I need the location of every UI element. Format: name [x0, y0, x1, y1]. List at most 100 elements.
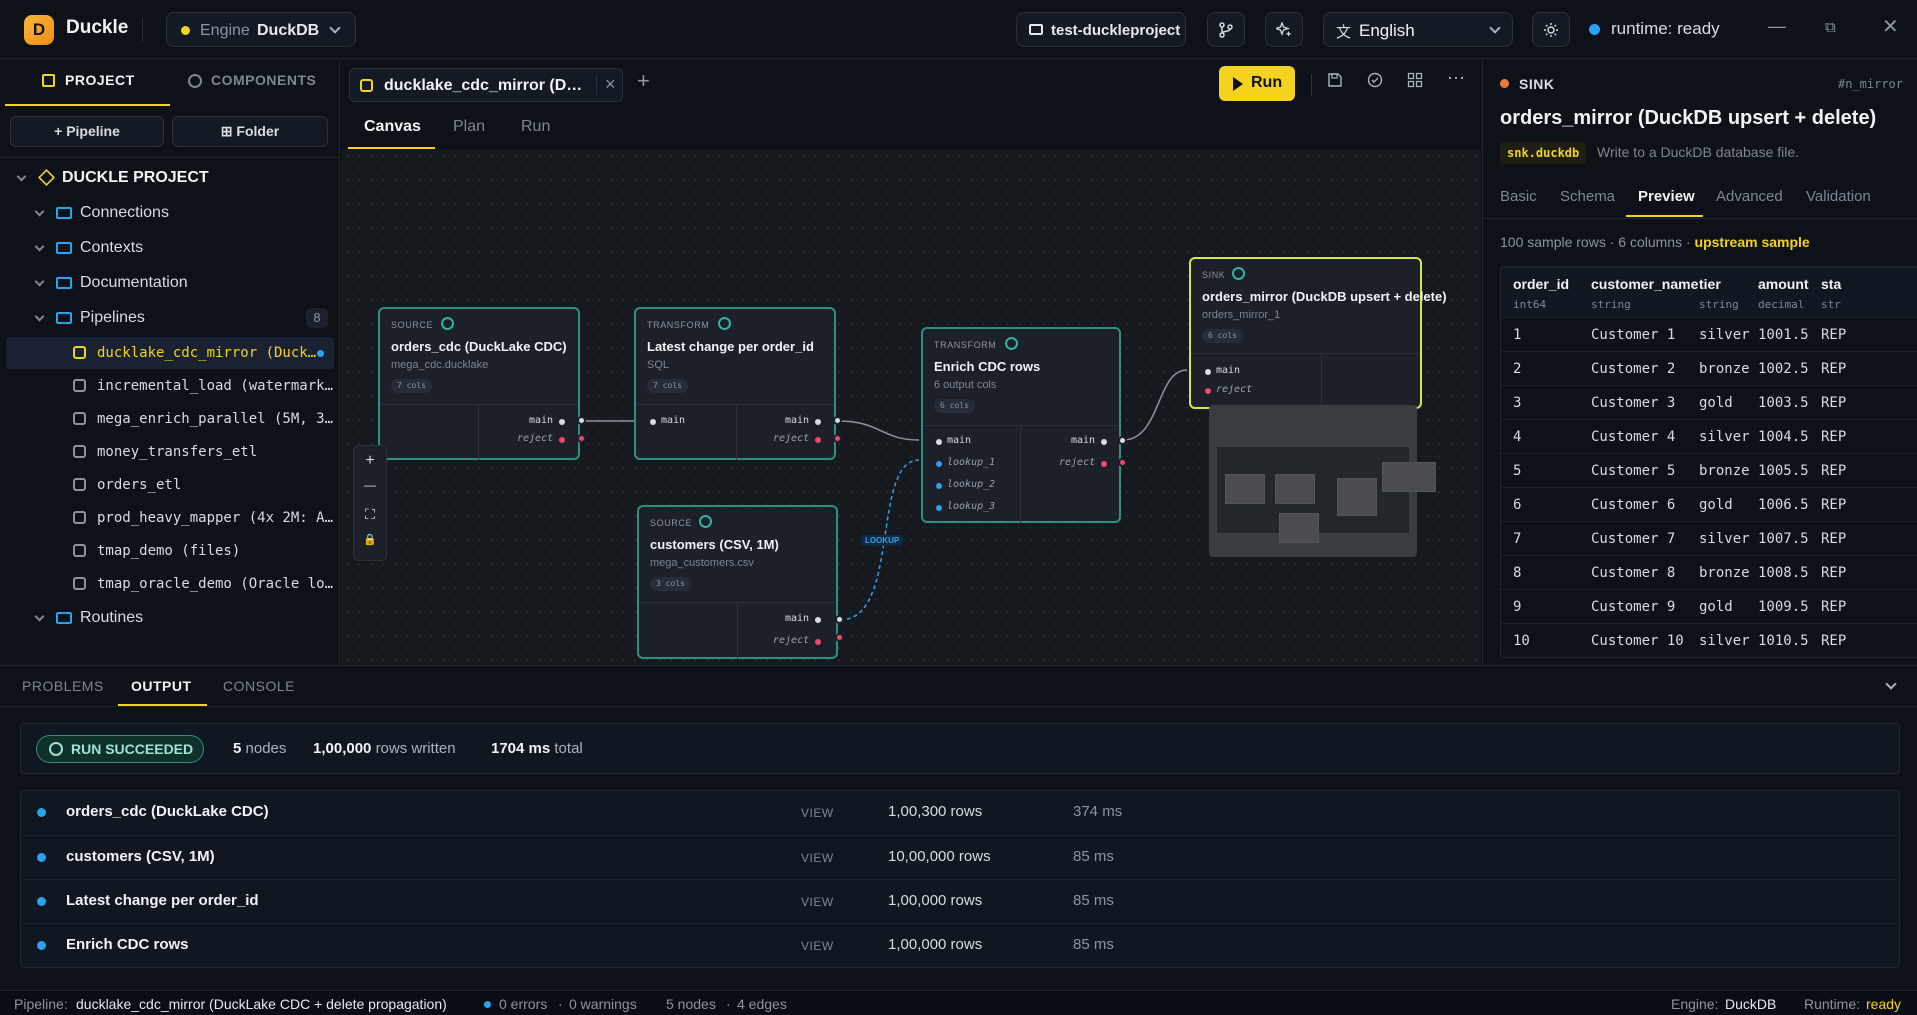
tab-basic[interactable]: Basic: [1500, 188, 1537, 205]
port-dot[interactable]: [650, 419, 656, 425]
zoom-out-icon[interactable]: —: [354, 478, 386, 492]
validate-icon[interactable]: [1367, 72, 1383, 93]
port-dot[interactable]: [1101, 439, 1107, 445]
port-reject: reject: [773, 433, 810, 444]
tab-console[interactable]: CONSOLE: [223, 678, 295, 694]
edge-handle[interactable]: [835, 615, 844, 624]
status-dot: [37, 853, 46, 862]
canvas-node[interactable]: SOURCE orders_cdc (DuckLake CDC) mega_cd…: [378, 307, 580, 460]
tree-folder-label: Connections: [80, 204, 169, 221]
maximize-icon[interactable]: ⧉: [1825, 19, 1836, 36]
new-tab-icon[interactable]: +: [637, 68, 650, 94]
zoom-in-icon[interactable]: +: [354, 452, 386, 470]
port-dot[interactable]: [1205, 369, 1211, 375]
minimize-icon[interactable]: —: [1768, 16, 1786, 37]
project-selector[interactable]: test-duckleproject: [1016, 12, 1186, 47]
port-dot[interactable]: [1101, 461, 1107, 467]
port-dot[interactable]: [936, 439, 942, 445]
tab-problems[interactable]: PROBLEMS: [22, 678, 104, 694]
pipeline-item[interactable]: tmap_demo (files): [0, 535, 338, 567]
tab-validation[interactable]: Validation: [1806, 188, 1871, 205]
canvas-node-sink[interactable]: SINK orders_mirror (DuckDB upsert + dele…: [1189, 257, 1447, 409]
git-branch-icon: [1219, 22, 1233, 38]
pipeline-canvas[interactable]: LOOKUP SOURCE orders_cdc (DuckLake CDC) …: [341, 150, 1481, 665]
view-link[interactable]: VIEW: [801, 851, 834, 865]
pipeline-item[interactable]: incremental_load (watermark…: [0, 370, 338, 402]
canvas-node[interactable]: TRANSFORM Enrich CDC rows 6 output cols …: [921, 327, 1121, 523]
lock-icon[interactable]: 🔒: [354, 533, 386, 546]
pipeline-item[interactable]: tmap_oracle_demo (Oracle lo…: [0, 568, 338, 600]
git-branch-button[interactable]: [1207, 12, 1245, 47]
port-dot[interactable]: [815, 639, 821, 645]
engine-selector[interactable]: Engine DuckDB: [166, 12, 356, 47]
tab-plan[interactable]: Plan: [453, 118, 485, 136]
view-link[interactable]: VIEW: [801, 939, 834, 953]
port-dot[interactable]: [936, 483, 942, 489]
pipeline-item[interactable]: money_transfers_etl: [0, 436, 338, 468]
tree-folder-connections[interactable]: Connections: [0, 197, 338, 229]
new-folder-button[interactable]: ⊞ Folder: [172, 116, 328, 147]
edge-handle[interactable]: [577, 416, 586, 425]
table-row[interactable]: customers (CSV, 1M) VIEW 10,00,000 rows …: [21, 835, 1899, 879]
tab-output[interactable]: OUTPUT: [131, 678, 192, 694]
canvas-node[interactable]: TRANSFORM Latest change per order_id SQL…: [634, 307, 836, 460]
edge-handle[interactable]: [1118, 458, 1127, 467]
tree-root[interactable]: DUCKLE PROJECT: [0, 162, 338, 194]
port-dot[interactable]: [1205, 388, 1211, 394]
close-icon[interactable]: ✕: [1882, 14, 1899, 39]
save-icon[interactable]: [1327, 72, 1343, 93]
pipeline-item[interactable]: mega_enrich_parallel (5M, 3…: [0, 403, 338, 435]
layout-icon[interactable]: [1407, 72, 1423, 93]
theme-toggle-button[interactable]: [1532, 12, 1570, 47]
run-button[interactable]: Run: [1219, 66, 1295, 101]
tab-components[interactable]: COMPONENTS: [211, 72, 316, 88]
new-pipeline-button[interactable]: + Pipeline: [10, 116, 164, 147]
fit-view-icon[interactable]: ⛶: [354, 506, 386, 523]
table-row[interactable]: Enrich CDC rows VIEW 1,00,000 rows 85 ms: [21, 923, 1899, 967]
tab-advanced[interactable]: Advanced: [1716, 188, 1783, 205]
port-dot[interactable]: [936, 461, 942, 467]
edge-handle[interactable]: [833, 434, 842, 443]
close-tab-icon[interactable]: ×: [596, 74, 616, 95]
port-dot[interactable]: [815, 419, 821, 425]
port-dot[interactable]: [559, 437, 565, 443]
tree-folder-pipelines[interactable]: Pipelines 8: [0, 302, 338, 334]
table-cell: REP: [1821, 599, 1847, 615]
table-row[interactable]: Latest change per order_id VIEW 1,00,000…: [21, 879, 1899, 923]
duration: 85 ms: [1073, 848, 1114, 865]
view-link[interactable]: VIEW: [801, 895, 834, 909]
language-selector[interactable]: 文 English: [1323, 12, 1513, 47]
ai-assist-button[interactable]: [1265, 12, 1303, 47]
file-tab[interactable]: ducklake_cdc_mirror (D… ×: [349, 68, 623, 102]
edge-handle[interactable]: [835, 633, 844, 642]
tree-folder-documentation[interactable]: Documentation: [0, 267, 338, 299]
pipeline-item[interactable]: ducklake_cdc_mirror (Duck…: [6, 337, 334, 369]
tab-run[interactable]: Run: [521, 118, 550, 136]
tab-project[interactable]: PROJECT: [65, 72, 135, 88]
port-main: main: [947, 435, 972, 446]
tree-folder-contexts[interactable]: Contexts: [0, 232, 338, 264]
pipeline-item[interactable]: prod_heavy_mapper (4x 2M: A…: [0, 502, 338, 534]
tab-schema[interactable]: Schema: [1560, 188, 1615, 205]
table-cell: 4: [1513, 429, 1522, 445]
port-dot[interactable]: [815, 617, 821, 623]
status-errors[interactable]: 0 errors: [499, 996, 547, 1012]
view-link[interactable]: VIEW: [801, 806, 834, 820]
tab-canvas[interactable]: Canvas: [364, 118, 421, 136]
more-icon[interactable]: ⋯: [1447, 68, 1465, 89]
pipeline-item[interactable]: orders_etl: [0, 469, 338, 501]
edge-handle[interactable]: [577, 434, 586, 443]
port-dot[interactable]: [559, 419, 565, 425]
canvas-node[interactable]: SOURCE customers (CSV, 1M) mega_customer…: [637, 505, 838, 659]
collapse-panel-icon[interactable]: [1885, 678, 1897, 690]
edge-handle[interactable]: [833, 416, 842, 425]
minimap[interactable]: [1209, 405, 1436, 557]
table-row[interactable]: orders_cdc (DuckLake CDC) VIEW 1,00,300 …: [21, 791, 1899, 835]
pipeline-label: prod_heavy_mapper (4x 2M: A…: [97, 510, 334, 526]
port-dot[interactable]: [936, 505, 942, 511]
tab-preview[interactable]: Preview: [1638, 188, 1695, 205]
tree-folder-routines[interactable]: Routines: [0, 602, 338, 634]
port-dot[interactable]: [815, 437, 821, 443]
status-warnings[interactable]: 0 warnings: [569, 996, 637, 1012]
edge-handle[interactable]: [1118, 436, 1127, 445]
